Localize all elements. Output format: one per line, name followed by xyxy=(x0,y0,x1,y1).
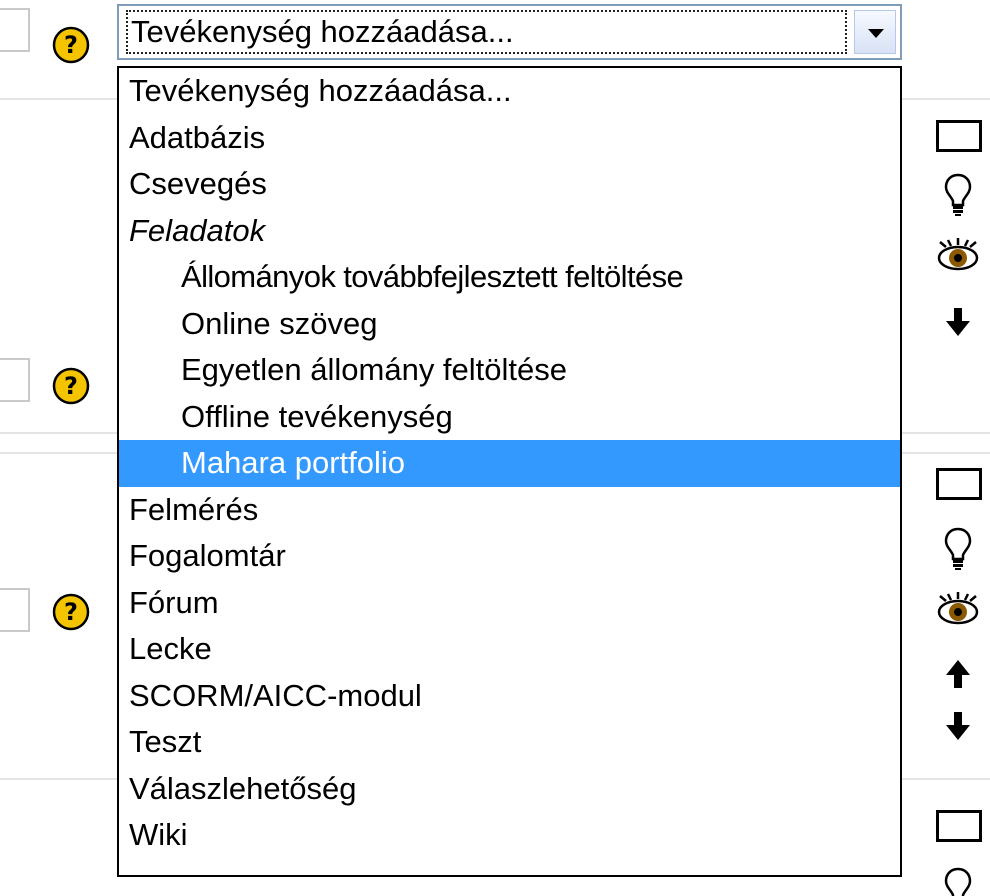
eye-icon[interactable] xyxy=(936,238,982,272)
course-editing-area: ? ? ? Tevékenység hozzáadása... Tevékeny… xyxy=(0,0,990,896)
resource-select-edge[interactable] xyxy=(0,8,30,52)
option-quiz[interactable]: Teszt xyxy=(119,719,900,766)
option-wiki[interactable]: Wiki xyxy=(119,812,900,859)
add-activity-selected-value[interactable]: Tevékenység hozzáadása... xyxy=(126,10,847,54)
arrow-down-icon[interactable] xyxy=(945,306,971,338)
arrow-up-icon[interactable] xyxy=(945,658,971,690)
resource-select-edge[interactable] xyxy=(0,588,30,632)
add-activity-dropdown-list: Tevékenység hozzáadása... Adatbázis Csev… xyxy=(117,66,902,877)
lightbulb-icon[interactable] xyxy=(944,866,972,896)
option-database[interactable]: Adatbázis xyxy=(119,115,900,162)
option-survey[interactable]: Felmérés xyxy=(119,487,900,534)
option-choice[interactable]: Válaszlehetőség xyxy=(119,766,900,813)
option-lesson[interactable]: Lecke xyxy=(119,626,900,673)
option-single-upload[interactable]: Egyetlen állomány feltöltése xyxy=(119,347,900,394)
option-advanced-upload[interactable]: Állományok továbbfejlesztett feltöltése xyxy=(119,254,900,301)
chevron-down-icon xyxy=(868,29,884,38)
optgroup-assignments: Feladatok xyxy=(129,212,266,248)
arrow-down-icon[interactable] xyxy=(945,710,971,742)
svg-text:?: ? xyxy=(64,31,78,59)
option-chat[interactable]: Csevegés xyxy=(119,161,900,208)
option-online-text[interactable]: Online szöveg xyxy=(119,301,900,348)
option-offline-activity[interactable]: Offline tevékenység xyxy=(119,394,900,441)
option-forum[interactable]: Fórum xyxy=(119,580,900,627)
checkbox-icon[interactable] xyxy=(936,810,982,842)
checkbox-icon[interactable] xyxy=(936,468,982,500)
help-icon[interactable]: ? xyxy=(51,366,91,406)
lightbulb-icon[interactable] xyxy=(944,526,972,572)
svg-text:?: ? xyxy=(64,372,78,400)
resource-select-edge[interactable] xyxy=(0,358,30,402)
option-glossary[interactable]: Fogalomtár xyxy=(119,533,900,580)
svg-text:?: ? xyxy=(64,598,78,626)
lightbulb-icon[interactable] xyxy=(944,172,972,218)
checkbox-icon[interactable] xyxy=(936,120,982,152)
help-icon[interactable]: ? xyxy=(51,25,91,65)
add-activity-select[interactable]: Tevékenység hozzáadása... xyxy=(117,4,902,60)
eye-icon[interactable] xyxy=(936,592,982,626)
option-scorm[interactable]: SCORM/AICC-modul xyxy=(119,673,900,720)
option-add-activity[interactable]: Tevékenység hozzáadása... xyxy=(119,68,900,115)
option-mahara-portfolio[interactable]: Mahara portfolio xyxy=(119,440,900,487)
help-icon[interactable]: ? xyxy=(51,592,91,632)
dropdown-arrow-button[interactable] xyxy=(854,10,896,54)
